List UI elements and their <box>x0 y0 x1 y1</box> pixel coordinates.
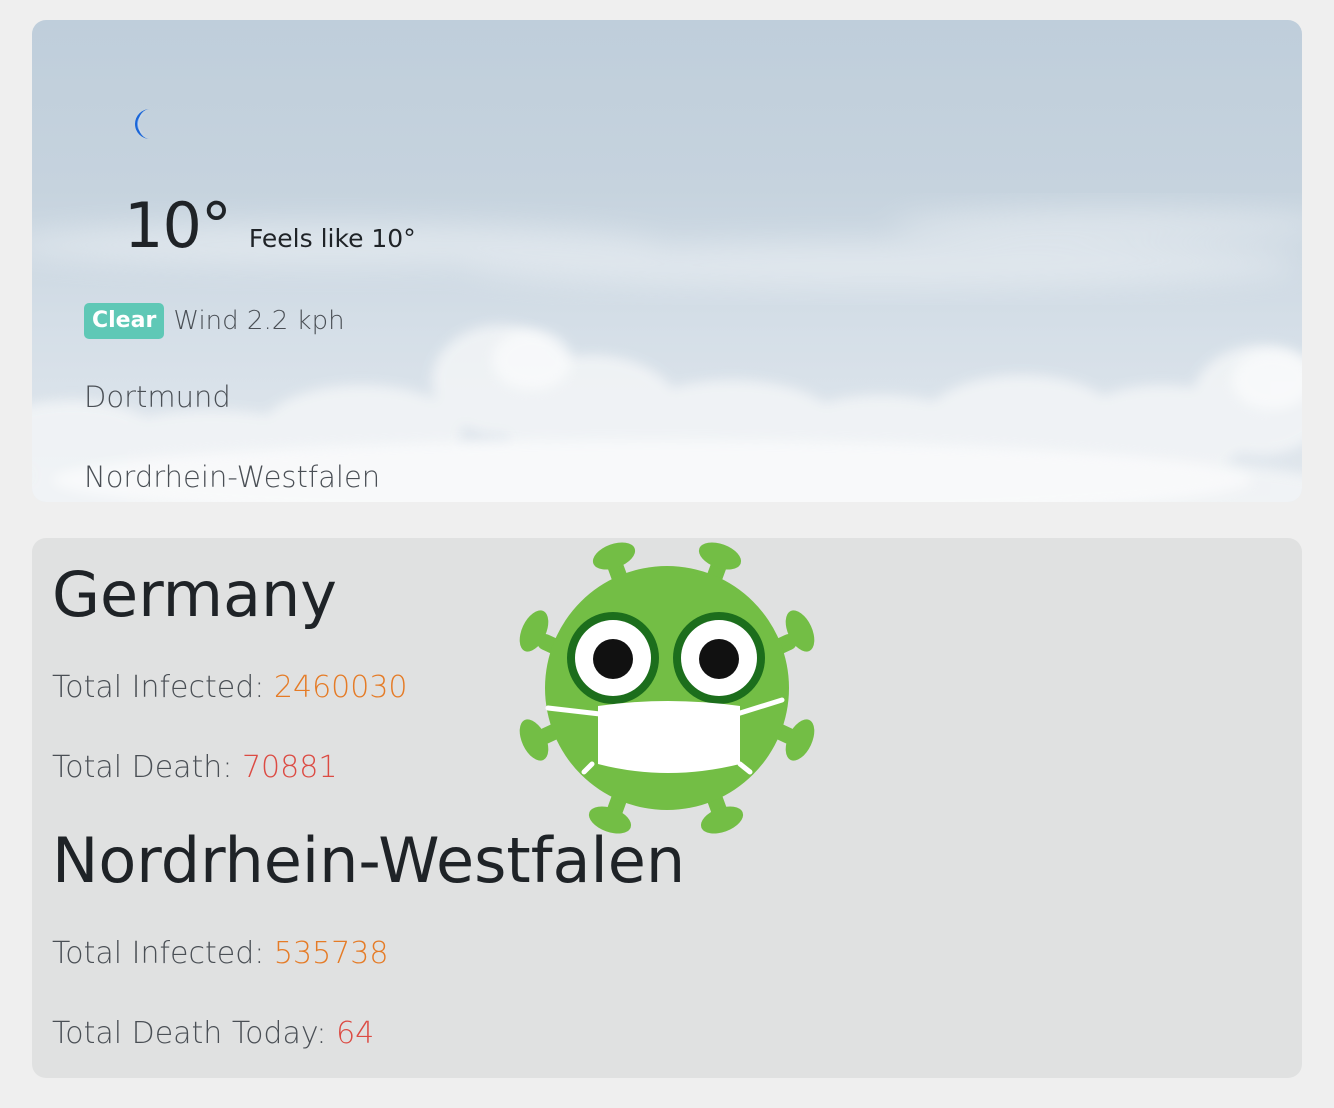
death-value: 70881 <box>241 750 338 785</box>
feels-like: Feels like 10° <box>248 224 416 253</box>
infected-value: 2460030 <box>273 670 408 705</box>
region-infected: Total Infected: 535738 <box>52 936 388 971</box>
condition-badge: Clear <box>84 303 165 339</box>
infected-label: Total Infected: <box>52 670 274 705</box>
country-heading: Germany <box>52 558 337 631</box>
region-name: Nordrhein-Westfalen <box>84 460 381 494</box>
country-infected: Total Infected: 2460030 <box>52 670 408 705</box>
weather-card: 10° Feels like 10° Clear Wind 2.2 kph Do… <box>32 20 1302 502</box>
moon-icon <box>135 109 150 139</box>
condition-row: Clear Wind 2.2 kph <box>84 303 345 339</box>
city-name: Dortmund <box>84 380 231 414</box>
virus-mascot-icon <box>519 542 815 834</box>
region-death-today: Total Death Today: 64 <box>52 1016 374 1051</box>
death-label: Total Death Today: <box>52 1016 337 1051</box>
wind-speed: Wind 2.2 kph <box>173 306 345 336</box>
temperature: 10° <box>124 189 232 262</box>
temperature-row: 10° Feels like 10° <box>124 190 416 262</box>
infected-label: Total Infected: <box>52 936 274 971</box>
death-label: Total Death: <box>52 750 242 785</box>
infected-value: 535738 <box>273 936 389 971</box>
country-death: Total Death: 70881 <box>52 750 337 785</box>
death-value: 64 <box>336 1016 375 1051</box>
